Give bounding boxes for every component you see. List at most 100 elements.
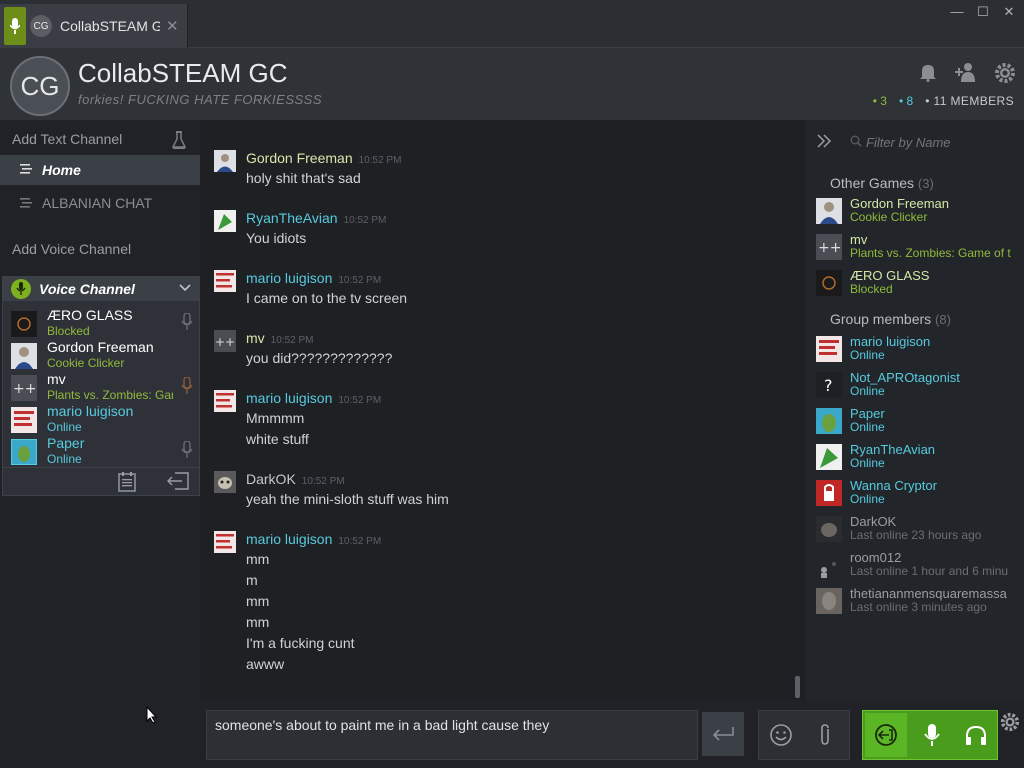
avatar[interactable] bbox=[214, 210, 236, 232]
member-row[interactable]: ÆRO GLASS Blocked bbox=[814, 268, 1024, 302]
member-status: Online bbox=[850, 492, 885, 506]
message-author[interactable]: mv bbox=[246, 330, 265, 346]
message-line: you did????????????? bbox=[246, 350, 393, 366]
message-author-row: mv 10:52 PM bbox=[246, 330, 313, 346]
member-status: Online bbox=[850, 348, 885, 362]
text-channel-icon bbox=[20, 161, 32, 179]
add-text-channel-button[interactable]: Add Text Channel bbox=[12, 131, 122, 147]
member-name: Wanna Cryptor bbox=[850, 478, 937, 493]
member-filter-input[interactable] bbox=[866, 132, 1016, 152]
chat-tab[interactable]: CG CollabSTEAM G ✕ bbox=[0, 4, 188, 48]
message-author[interactable]: mario luigison bbox=[246, 390, 332, 406]
message-author[interactable]: RyanTheAvian bbox=[246, 210, 338, 226]
member-name: RyanTheAvian bbox=[850, 442, 936, 457]
member-row[interactable]: Wanna Cryptor Online bbox=[814, 478, 1024, 512]
leave-voice-icon[interactable] bbox=[167, 472, 189, 495]
member-name: DarkOK bbox=[850, 514, 897, 529]
flask-icon[interactable] bbox=[171, 131, 187, 154]
member-status: Last online 3 minutes ago bbox=[850, 600, 987, 614]
avatar bbox=[816, 336, 842, 362]
headphones-button[interactable] bbox=[955, 713, 997, 757]
member-row[interactable]: Gordon Freeman Cookie Clicker bbox=[814, 196, 1024, 230]
other-games-label: Other Games bbox=[830, 175, 915, 191]
member-row[interactable]: ++ mv Plants vs. Zombies: Game of t bbox=[814, 232, 1024, 266]
voice-member[interactable]: Paper Online bbox=[11, 435, 197, 467]
avatar[interactable] bbox=[214, 270, 236, 292]
voice-channel-panel: Voice Channel ÆRO GLASS Blocked Gordon F… bbox=[2, 276, 200, 496]
member-row[interactable]: room012 Last online 1 hour and 6 minu bbox=[814, 550, 1024, 584]
voice-member[interactable]: Gordon Freeman Cookie Clicker bbox=[11, 339, 197, 371]
voice-member[interactable]: ++ mv Plants vs. Zombies: Game of t bbox=[11, 371, 197, 403]
add-voice-channel-button[interactable]: Add Voice Channel bbox=[12, 241, 131, 257]
mouse-cursor-icon bbox=[146, 705, 158, 729]
invite-friend-icon[interactable] bbox=[954, 62, 978, 89]
voice-member-name: mario luigison bbox=[47, 403, 134, 419]
close-window-button[interactable]: ✕ bbox=[1000, 4, 1018, 20]
send-button[interactable] bbox=[702, 712, 744, 756]
text-channel-icon bbox=[20, 195, 32, 211]
member-row[interactable]: mario luigison Online bbox=[814, 334, 1024, 368]
message-author-row: mario luigison 10:52 PM bbox=[246, 531, 381, 547]
chat-log[interactable]: Gordon Freeman 10:52 PM holy shit that's … bbox=[200, 120, 806, 700]
members-count[interactable]: • 11 MEMBERS bbox=[925, 94, 1014, 108]
voice-member[interactable]: mario luigison Online bbox=[11, 403, 197, 435]
member-row[interactable]: Paper Online bbox=[814, 406, 1024, 440]
maximize-button[interactable]: ☐ bbox=[974, 4, 992, 20]
group-avatar[interactable]: CG bbox=[10, 56, 70, 116]
voice-member[interactable]: ÆRO GLASS Blocked bbox=[11, 307, 197, 339]
message-time: 10:52 PM bbox=[358, 155, 402, 166]
member-name: mv bbox=[850, 232, 868, 247]
avatar[interactable] bbox=[214, 531, 236, 553]
notes-icon[interactable] bbox=[117, 472, 137, 497]
group-title: CollabSTEAM GC bbox=[78, 58, 288, 88]
voice-settings-gear-icon[interactable] bbox=[1000, 712, 1020, 737]
chat-scrollbar[interactable] bbox=[795, 676, 800, 698]
member-row[interactable]: RyanTheAvian Online bbox=[814, 442, 1024, 476]
microphone-button[interactable] bbox=[911, 713, 953, 757]
title-bar: CG CollabSTEAM G ✕ — ☐ ✕ bbox=[0, 0, 1024, 48]
microphone-icon bbox=[11, 279, 31, 299]
paperclip-icon[interactable] bbox=[817, 723, 833, 752]
message-time: 10:52 PM bbox=[338, 536, 382, 547]
gear-icon[interactable] bbox=[994, 62, 1016, 89]
voice-member-name: Paper bbox=[47, 435, 85, 451]
message-author[interactable]: DarkOK bbox=[246, 471, 296, 487]
voice-member-name: ÆRO GLASS bbox=[47, 307, 133, 323]
voice-channel-header[interactable]: Voice Channel bbox=[3, 277, 199, 301]
collapse-icon[interactable] bbox=[816, 133, 832, 154]
member-row[interactable]: thetiananmensquaremassa Last online 3 mi… bbox=[814, 586, 1024, 620]
message-author-row: mario luigison 10:52 PM bbox=[246, 270, 381, 286]
emoticon-icon[interactable] bbox=[769, 723, 793, 752]
member-row[interactable]: ? Not_APROtagonist Online bbox=[814, 370, 1024, 404]
message-author[interactable]: Gordon Freeman bbox=[246, 150, 353, 166]
voice-member-status: Plants vs. Zombies: Game of t bbox=[47, 388, 173, 402]
mic-muted-icon bbox=[181, 440, 193, 464]
member-row[interactable]: DarkOK Last online 23 hours ago bbox=[814, 514, 1024, 548]
avatar[interactable] bbox=[214, 471, 236, 493]
chevron-down-icon[interactable] bbox=[179, 283, 191, 295]
member-status: Online bbox=[850, 420, 885, 434]
message-line: Mmmmm bbox=[246, 410, 305, 426]
voice-active-icon bbox=[4, 7, 26, 45]
avatar[interactable] bbox=[214, 150, 236, 172]
channel-albanian-label: ALBANIAN CHAT bbox=[42, 195, 153, 211]
avatar[interactable]: ++ bbox=[214, 330, 236, 352]
tab-avatar: CG bbox=[30, 15, 52, 37]
message-author[interactable]: mario luigison bbox=[246, 531, 332, 547]
member-status: Blocked bbox=[850, 282, 893, 296]
channel-home[interactable]: Home bbox=[0, 155, 200, 185]
avatar[interactable] bbox=[214, 390, 236, 412]
message-input[interactable]: someone's about to paint me in a bad lig… bbox=[206, 710, 698, 760]
avatar bbox=[816, 552, 842, 578]
leave-voice-button[interactable] bbox=[865, 713, 907, 757]
channel-albanian-chat[interactable]: ALBANIAN CHAT bbox=[20, 195, 152, 211]
member-status: Cookie Clicker bbox=[850, 210, 928, 224]
svg-text:++: ++ bbox=[215, 335, 235, 349]
voice-controls bbox=[862, 710, 998, 760]
minimize-button[interactable]: — bbox=[948, 4, 966, 20]
bell-icon[interactable] bbox=[918, 62, 938, 89]
message-author[interactable]: mario luigison bbox=[246, 270, 332, 286]
window-controls: — ☐ ✕ bbox=[948, 4, 1018, 20]
tab-close-button[interactable]: ✕ bbox=[166, 17, 179, 35]
member-counts: • 3 • 8 • 11 MEMBERS bbox=[873, 94, 1014, 108]
